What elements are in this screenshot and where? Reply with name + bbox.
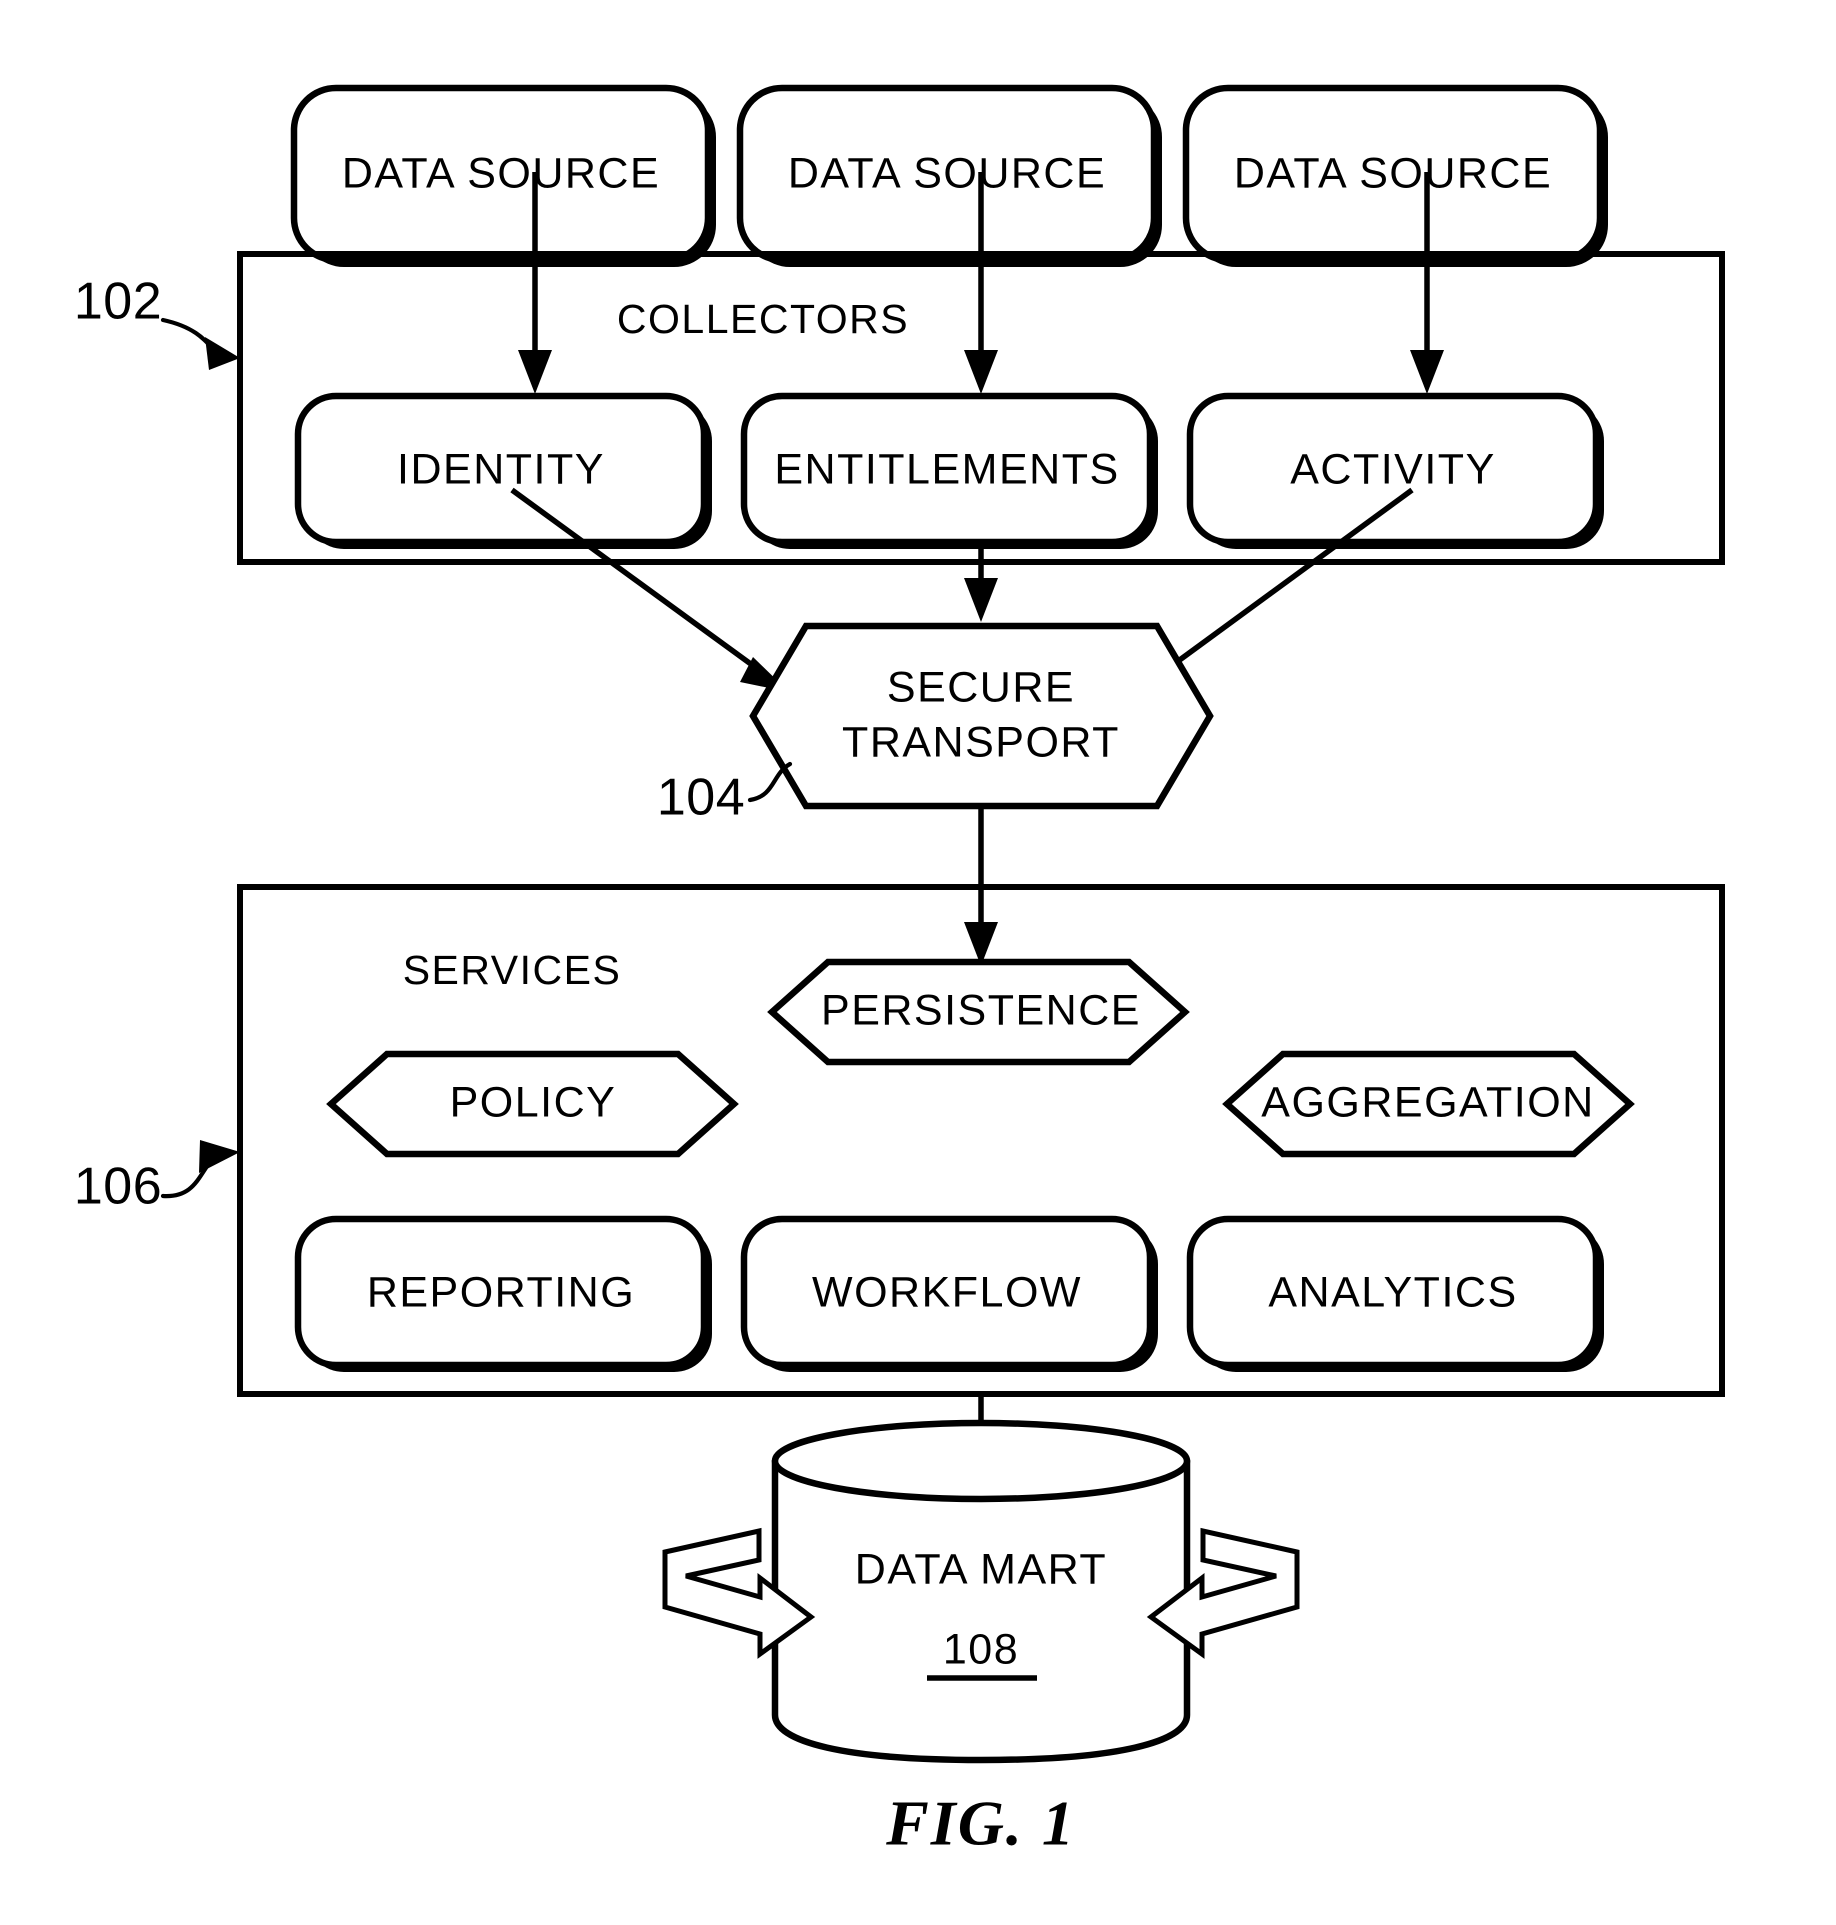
service-workflow: WORKFLOW xyxy=(740,1215,1158,1372)
ref-102-number: 102 xyxy=(74,273,162,331)
collector-activity: ACTIVITY xyxy=(1186,392,1604,549)
service-aggregation-label: AGGREGATION xyxy=(1261,1078,1594,1126)
secure-transport-node: SECURE TRANSPORT xyxy=(749,622,1214,810)
service-analytics: ANALYTICS xyxy=(1186,1215,1604,1372)
data-source-2-label: DATA SOURCE xyxy=(788,149,1106,197)
collectors-title: COLLECTORS xyxy=(617,296,909,342)
diagram-canvas: DATA SOURCE DATA SOURCE DATA SOURCE COLL… xyxy=(74,84,1725,1859)
patent-figure: DATA SOURCE DATA SOURCE DATA SOURCE COLL… xyxy=(0,0,1836,1925)
data-source-1-label: DATA SOURCE xyxy=(342,149,660,197)
ref-106-number: 106 xyxy=(74,1158,162,1216)
collector-identity-label: IDENTITY xyxy=(397,445,605,493)
service-persistence: PERSISTENCE xyxy=(767,958,1190,1066)
ref-106: 106 xyxy=(74,1140,240,1216)
secure-transport-line1: SECURE xyxy=(887,663,1075,711)
data-source-3-label: DATA SOURCE xyxy=(1234,149,1552,197)
service-analytics-label: ANALYTICS xyxy=(1268,1268,1517,1316)
collector-activity-label: ACTIVITY xyxy=(1290,445,1496,493)
data-source-1: DATA SOURCE xyxy=(290,84,716,267)
services-title: SERVICES xyxy=(403,947,622,993)
service-policy: POLICY xyxy=(326,1050,739,1158)
arrow-entitlements-to-transport xyxy=(964,543,998,622)
service-reporting: REPORTING xyxy=(294,1215,712,1372)
service-policy-label: POLICY xyxy=(450,1078,617,1126)
data-mart-ref: 108 xyxy=(943,1625,1019,1673)
collector-entitlements-label: ENTITLEMENTS xyxy=(774,445,1119,493)
service-reporting-label: REPORTING xyxy=(367,1268,635,1316)
data-mart-label: DATA MART xyxy=(855,1545,1107,1593)
figure-caption: FIG. 1 xyxy=(885,1788,1076,1859)
data-source-2: DATA SOURCE xyxy=(736,84,1162,267)
data-mart-cylinder: DATA MART 108 xyxy=(771,1419,1191,1764)
collector-entitlements: ENTITLEMENTS xyxy=(740,392,1158,549)
ref-104-number: 104 xyxy=(657,769,745,827)
collector-identity: IDENTITY xyxy=(294,392,712,549)
service-aggregation: AGGREGATION xyxy=(1222,1050,1635,1158)
ref-104: 104 xyxy=(657,761,793,827)
service-workflow-label: WORKFLOW xyxy=(812,1268,1082,1316)
secure-transport-line2: TRANSPORT xyxy=(842,718,1120,766)
data-source-3: DATA SOURCE xyxy=(1182,84,1608,267)
service-persistence-label: PERSISTENCE xyxy=(821,986,1141,1034)
ref-102: 102 xyxy=(74,273,240,370)
